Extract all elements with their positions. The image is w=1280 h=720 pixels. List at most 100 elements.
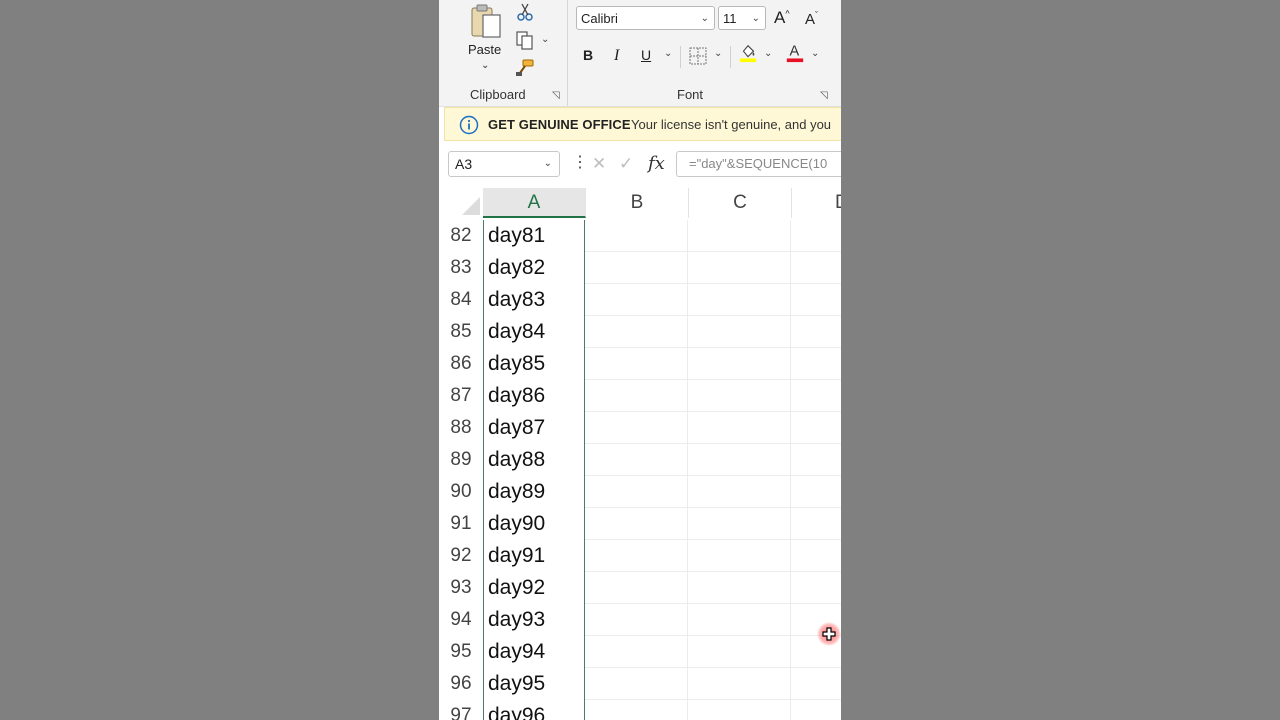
row-header[interactable]: 87 bbox=[439, 380, 483, 412]
cell-b[interactable] bbox=[585, 700, 688, 720]
row-header[interactable]: 95 bbox=[439, 636, 483, 668]
dialog-launcher-icon[interactable]: ◹ bbox=[552, 91, 562, 101]
fx-icon[interactable]: fx bbox=[648, 153, 665, 174]
cell-a[interactable]: day93 bbox=[483, 604, 585, 636]
row-header[interactable]: 92 bbox=[439, 540, 483, 572]
format-painter-icon[interactable] bbox=[515, 58, 535, 78]
cell-b[interactable] bbox=[585, 412, 688, 444]
fill-color-icon[interactable] bbox=[738, 43, 758, 63]
cell-b[interactable] bbox=[585, 668, 688, 700]
chevron-down-icon[interactable]: ⌄ bbox=[664, 48, 672, 59]
cell-c[interactable] bbox=[688, 252, 791, 284]
cell-c[interactable] bbox=[688, 668, 791, 700]
more-options-icon[interactable]: ⋮ bbox=[572, 155, 588, 171]
cell-d[interactable] bbox=[791, 316, 841, 348]
cell-d[interactable] bbox=[791, 220, 841, 252]
cell-a[interactable]: day91 bbox=[483, 540, 585, 572]
italic-button[interactable]: I bbox=[614, 47, 619, 65]
cell-d[interactable] bbox=[791, 412, 841, 444]
spreadsheet-grid[interactable]: A B C D 82day8183day8284day8385day8486da… bbox=[439, 188, 841, 720]
row-header[interactable]: 82 bbox=[439, 220, 483, 252]
font-color-icon[interactable]: A bbox=[785, 43, 805, 63]
cell-a[interactable]: day96 bbox=[483, 700, 585, 720]
select-all-button[interactable] bbox=[439, 188, 484, 218]
cell-a[interactable]: day83 bbox=[483, 284, 585, 316]
cell-a[interactable]: day84 bbox=[483, 316, 585, 348]
borders-icon[interactable] bbox=[688, 46, 708, 66]
cell-c[interactable] bbox=[688, 348, 791, 380]
cell-c[interactable] bbox=[688, 284, 791, 316]
cell-d[interactable] bbox=[791, 348, 841, 380]
bold-button[interactable]: B bbox=[583, 47, 593, 63]
font-size-select[interactable]: 11 ⌄ bbox=[718, 6, 766, 30]
cell-a[interactable]: day88 bbox=[483, 444, 585, 476]
cell-c[interactable] bbox=[688, 380, 791, 412]
cell-b[interactable] bbox=[585, 540, 688, 572]
cancel-icon[interactable]: ✕ bbox=[592, 154, 606, 174]
name-box[interactable]: A3 ⌄ bbox=[448, 151, 560, 177]
row-header[interactable]: 83 bbox=[439, 252, 483, 284]
cell-b[interactable] bbox=[585, 572, 688, 604]
cell-c[interactable] bbox=[688, 508, 791, 540]
cell-d[interactable] bbox=[791, 540, 841, 572]
enter-icon[interactable]: ✓ bbox=[619, 154, 633, 174]
cell-c[interactable] bbox=[688, 476, 791, 508]
font-name-select[interactable]: Calibri ⌄ bbox=[576, 6, 715, 30]
cell-b[interactable] bbox=[585, 284, 688, 316]
cell-a[interactable]: day90 bbox=[483, 508, 585, 540]
cell-a[interactable]: day85 bbox=[483, 348, 585, 380]
cell-d[interactable] bbox=[791, 444, 841, 476]
column-header-a[interactable]: A bbox=[483, 188, 586, 218]
increase-font-size-button[interactable]: A^ bbox=[774, 8, 790, 28]
cell-a[interactable]: day89 bbox=[483, 476, 585, 508]
row-header[interactable]: 89 bbox=[439, 444, 483, 476]
cut-icon[interactable] bbox=[515, 2, 535, 22]
cell-a[interactable]: day92 bbox=[483, 572, 585, 604]
cell-b[interactable] bbox=[585, 508, 688, 540]
cell-b[interactable] bbox=[585, 636, 688, 668]
chevron-down-icon[interactable]: ⌄ bbox=[541, 34, 549, 45]
cell-c[interactable] bbox=[688, 636, 791, 668]
chevron-down-icon[interactable]: ⌄ bbox=[714, 48, 722, 59]
cell-b[interactable] bbox=[585, 444, 688, 476]
row-header[interactable]: 93 bbox=[439, 572, 483, 604]
cell-d[interactable] bbox=[791, 508, 841, 540]
row-header[interactable]: 88 bbox=[439, 412, 483, 444]
cell-b[interactable] bbox=[585, 316, 688, 348]
row-header[interactable]: 96 bbox=[439, 668, 483, 700]
cell-c[interactable] bbox=[688, 316, 791, 348]
underline-button[interactable]: U bbox=[641, 47, 651, 63]
cell-b[interactable] bbox=[585, 604, 688, 636]
row-header[interactable]: 91 bbox=[439, 508, 483, 540]
formula-input[interactable]: ="day"&SEQUENCE(10 bbox=[676, 151, 841, 177]
column-header-b[interactable]: B bbox=[586, 188, 689, 218]
cell-b[interactable] bbox=[585, 348, 688, 380]
cell-b[interactable] bbox=[585, 380, 688, 412]
cell-c[interactable] bbox=[688, 540, 791, 572]
row-header[interactable]: 97 bbox=[439, 700, 483, 720]
cell-d[interactable] bbox=[791, 476, 841, 508]
cell-b[interactable] bbox=[585, 476, 688, 508]
cell-a[interactable]: day86 bbox=[483, 380, 585, 412]
row-header[interactable]: 85 bbox=[439, 316, 483, 348]
cell-a[interactable]: day82 bbox=[483, 252, 585, 284]
row-header[interactable]: 94 bbox=[439, 604, 483, 636]
cell-d[interactable] bbox=[791, 668, 841, 700]
cell-c[interactable] bbox=[688, 700, 791, 720]
cell-c[interactable] bbox=[688, 412, 791, 444]
cell-a[interactable]: day94 bbox=[483, 636, 585, 668]
cell-b[interactable] bbox=[585, 220, 688, 252]
row-header[interactable]: 90 bbox=[439, 476, 483, 508]
cell-a[interactable]: day95 bbox=[483, 668, 585, 700]
cell-a[interactable]: day81 bbox=[483, 220, 585, 252]
chevron-down-icon[interactable]: ⌄ bbox=[764, 48, 772, 59]
cell-b[interactable] bbox=[585, 252, 688, 284]
cell-c[interactable] bbox=[688, 444, 791, 476]
row-header[interactable]: 84 bbox=[439, 284, 483, 316]
cell-d[interactable] bbox=[791, 284, 841, 316]
chevron-down-icon[interactable]: ⌄ bbox=[811, 48, 819, 59]
cell-d[interactable] bbox=[791, 252, 841, 284]
column-header-c[interactable]: C bbox=[689, 188, 792, 218]
cell-a[interactable]: day87 bbox=[483, 412, 585, 444]
cell-d[interactable] bbox=[791, 700, 841, 720]
